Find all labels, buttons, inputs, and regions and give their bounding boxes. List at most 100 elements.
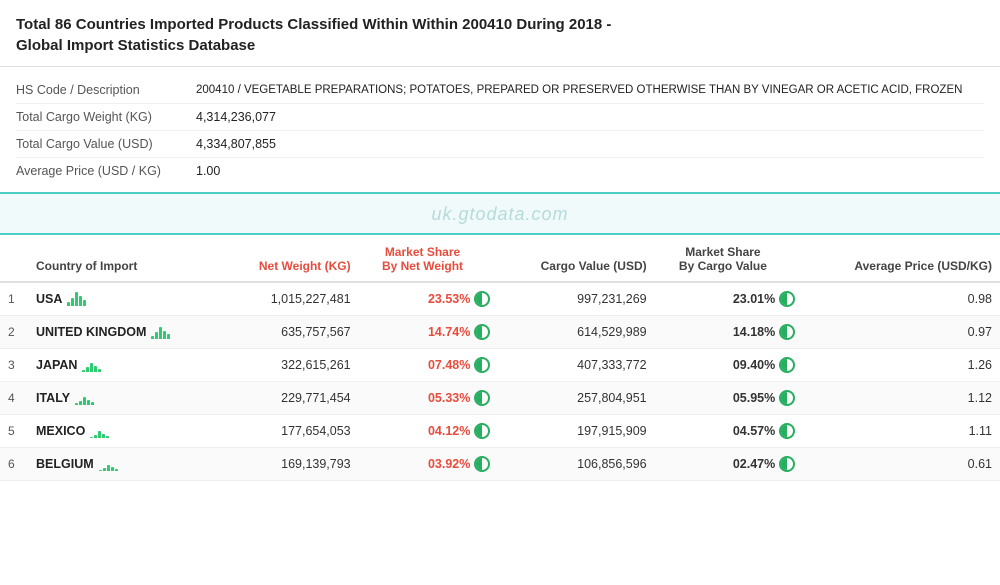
- cell-rank: 6: [0, 448, 28, 481]
- bar-chart-icon: [67, 292, 86, 306]
- bar-segment: [79, 401, 82, 405]
- bar-segment: [155, 332, 158, 339]
- cell-market-share-cargo: 14.18%: [655, 316, 804, 349]
- bar-chart-icon: [90, 424, 109, 438]
- col-cargo-value: Cargo Value (USD): [498, 235, 654, 282]
- cell-rank: 3: [0, 349, 28, 382]
- bar-segment: [83, 300, 86, 306]
- value-avgprice: 1.00: [196, 164, 220, 178]
- bar-segment: [107, 465, 110, 471]
- info-row-avgprice: Average Price (USD / KG) 1.00: [16, 158, 984, 184]
- info-row-hscode: HS Code / Description 200410 / VEGETABLE…: [16, 77, 984, 104]
- pie-chart-icon: [474, 291, 490, 307]
- cell-avg-price: 1.12: [803, 382, 1000, 415]
- cell-cargo-value: 257,804,951: [498, 382, 654, 415]
- label-avgprice: Average Price (USD / KG): [16, 164, 196, 178]
- title-suffix: -: [602, 16, 611, 33]
- pct-cargo-value: 14.18%: [733, 325, 775, 339]
- pie-chart-icon-cargo: [779, 456, 795, 472]
- col-avg-price: Average Price (USD/KG): [803, 235, 1000, 282]
- cell-net-weight: 635,757,567: [221, 316, 359, 349]
- pie-chart-icon-cargo: [779, 390, 795, 406]
- bar-segment: [90, 437, 93, 438]
- cell-market-share-cargo: 05.95%: [655, 382, 804, 415]
- bar-segment: [167, 334, 170, 339]
- country-name: USA: [36, 292, 62, 306]
- info-row-value: Total Cargo Value (USD) 4,334,807,855: [16, 131, 984, 158]
- bar-chart-icon: [82, 358, 101, 372]
- bar-segment: [71, 298, 74, 306]
- pct-weight-value: 03.92%: [428, 457, 470, 471]
- pct-cargo-value: 04.57%: [733, 424, 775, 438]
- cell-market-share-weight: 23.53%: [359, 282, 499, 316]
- country-name: BELGIUM: [36, 457, 94, 471]
- bar-segment: [163, 331, 166, 339]
- cell-net-weight: 169,139,793: [221, 448, 359, 481]
- page-title: Total 86 Countries Imported Products Cla…: [16, 14, 984, 56]
- bar-segment: [87, 400, 90, 405]
- bar-segment: [75, 403, 78, 405]
- country-name: MEXICO: [36, 424, 85, 438]
- country-name: UNITED KINGDOM: [36, 325, 146, 339]
- bar-segment: [86, 367, 89, 372]
- pct-weight-value: 14.74%: [428, 325, 470, 339]
- cell-rank: 1: [0, 282, 28, 316]
- cell-market-share-weight: 07.48%: [359, 349, 499, 382]
- cell-rank: 5: [0, 415, 28, 448]
- pie-chart-icon-cargo: [779, 291, 795, 307]
- cell-country: USA: [28, 282, 221, 316]
- pie-chart-icon: [474, 324, 490, 340]
- bar-segment: [75, 292, 78, 306]
- bar-segment: [83, 397, 86, 405]
- cell-market-share-cargo: 23.01%: [655, 282, 804, 316]
- col-net-weight: Net Weight (KG): [221, 235, 359, 282]
- cell-market-share-cargo: 04.57%: [655, 415, 804, 448]
- cell-market-share-weight: 03.92%: [359, 448, 499, 481]
- pie-chart-icon-cargo: [779, 423, 795, 439]
- col-rank: [0, 235, 28, 282]
- bar-chart-icon: [75, 391, 94, 405]
- cell-cargo-value: 614,529,989: [498, 316, 654, 349]
- pct-weight-value: 23.53%: [428, 292, 470, 306]
- cell-market-share-cargo: 09.40%: [655, 349, 804, 382]
- cell-cargo-value: 197,915,909: [498, 415, 654, 448]
- pie-chart-icon-cargo: [779, 357, 795, 373]
- bar-chart-icon: [151, 325, 170, 339]
- bar-segment: [82, 370, 85, 372]
- cell-rank: 2: [0, 316, 28, 349]
- cell-avg-price: 1.11: [803, 415, 1000, 448]
- cell-net-weight: 177,654,053: [221, 415, 359, 448]
- info-section: HS Code / Description 200410 / VEGETABLE…: [0, 67, 1000, 192]
- label-weight: Total Cargo Weight (KG): [16, 110, 196, 124]
- country-name: ITALY: [36, 391, 70, 405]
- bar-segment: [94, 366, 97, 372]
- col-market-share-weight: Market ShareBy Net Weight: [359, 235, 499, 282]
- cell-country: BELGIUM: [28, 448, 221, 481]
- table-row: 1 USA 1,015,227,481 23.53% 997,231,269: [0, 282, 1000, 316]
- pie-chart-icon: [474, 390, 490, 406]
- cell-country: MEXICO: [28, 415, 221, 448]
- cell-market-share-cargo: 02.47%: [655, 448, 804, 481]
- pie-chart-icon: [474, 456, 490, 472]
- title-bold: Total 86 Countries Imported Products Cla…: [16, 16, 602, 33]
- bar-segment: [102, 434, 105, 438]
- bar-chart-icon: [99, 457, 118, 471]
- table-row: 6 BELGIUM 169,139,793 03.92% 106,856,596: [0, 448, 1000, 481]
- bar-segment: [79, 296, 82, 306]
- cell-avg-price: 0.61: [803, 448, 1000, 481]
- bar-segment: [94, 435, 97, 438]
- pie-chart-icon: [474, 357, 490, 373]
- import-table: Country of Import Net Weight (KG) Market…: [0, 235, 1000, 481]
- cell-rank: 4: [0, 382, 28, 415]
- cell-cargo-value: 106,856,596: [498, 448, 654, 481]
- cell-avg-price: 0.98: [803, 282, 1000, 316]
- bar-segment: [151, 336, 154, 339]
- cell-market-share-weight: 14.74%: [359, 316, 499, 349]
- cell-net-weight: 229,771,454: [221, 382, 359, 415]
- bar-segment: [91, 402, 94, 405]
- label-hscode: HS Code / Description: [16, 83, 196, 97]
- watermark-text: uk.gtodata.com: [431, 204, 568, 224]
- table-row: 4 ITALY 229,771,454 05.33% 257,804,951: [0, 382, 1000, 415]
- bar-segment: [99, 470, 102, 471]
- bar-segment: [111, 467, 114, 471]
